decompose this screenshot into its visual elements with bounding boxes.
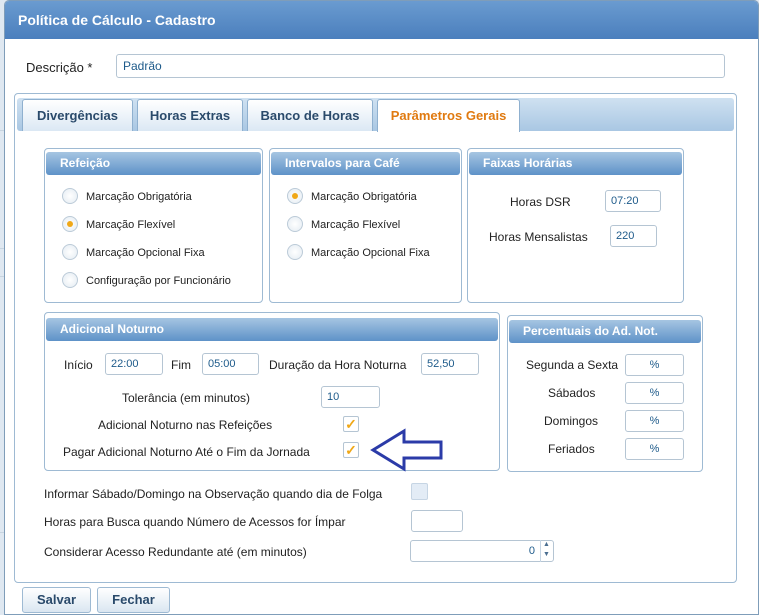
tab-banco-de-horas[interactable]: Banco de Horas — [247, 99, 373, 131]
tolerancia-input[interactable]: 10 — [321, 386, 380, 408]
segunda-sexta-input[interactable]: % — [625, 354, 684, 376]
spinner-down-icon[interactable]: ▼ — [541, 550, 552, 560]
title-bar[interactable]: Política de Cálculo - Cadastro — [5, 1, 758, 39]
domingos-input[interactable]: % — [625, 410, 684, 432]
descricao-input[interactable]: Padrão — [116, 54, 725, 78]
refeicao-header: Refeição — [46, 152, 261, 175]
refeicao-funcionario-radio[interactable] — [62, 272, 78, 288]
refeicao-obrigatoria-radio[interactable] — [62, 188, 78, 204]
fechar-button[interactable]: Fechar — [97, 587, 170, 613]
intervalos-flexivel-radio[interactable] — [287, 216, 303, 232]
inicio-input[interactable]: 22:00 — [105, 353, 163, 375]
intervalos-header: Intervalos para Café — [271, 152, 460, 175]
intervalos-opcional-radio[interactable] — [287, 244, 303, 260]
horas-dsr-label: Horas DSR — [510, 195, 571, 209]
segunda-sexta-label: Segunda a Sexta — [526, 358, 619, 372]
refeicao-opcional-radio[interactable] — [62, 244, 78, 260]
refeicao-funcionario-label: Configuração por Funcionário — [86, 275, 231, 287]
domingos-label: Domingos — [544, 414, 599, 428]
horas-dsr-input[interactable]: 07:20 — [605, 190, 661, 212]
sabados-input[interactable]: % — [625, 382, 684, 404]
feriados-label: Feriados — [548, 442, 595, 456]
informar-label: Informar Sábado/Domingo na Observação qu… — [44, 487, 383, 501]
intervalos-obrigatoria-radio[interactable] — [287, 188, 303, 204]
pointer-arrow-icon — [370, 428, 443, 472]
sabados-label: Sábados — [548, 386, 596, 400]
informar-checkbox[interactable] — [411, 483, 428, 500]
descricao-label: Descrição * — [26, 60, 93, 75]
refeicao-opcional-label: Marcação Opcional Fixa — [86, 247, 205, 259]
fim-label: Fim — [171, 358, 191, 372]
salvar-button[interactable]: Salvar — [22, 587, 91, 613]
refeicao-flexivel-radio[interactable] — [62, 216, 78, 232]
pagar-checkbox[interactable]: ✓ — [343, 442, 359, 458]
percentuais-header: Percentuais do Ad. Not. — [509, 320, 701, 343]
tab-horas-extras[interactable]: Horas Extras — [137, 99, 243, 131]
redundante-input[interactable]: 0 — [410, 540, 554, 562]
refeicao-obrigatoria-label: Marcação Obrigatória — [86, 191, 192, 203]
horas-busca-label: Horas para Busca quando Número de Acesso… — [44, 515, 346, 529]
faixas-header: Faixas Horárias — [469, 152, 682, 175]
tolerancia-label: Tolerância (em minutos) — [122, 391, 251, 405]
spinner-buttons[interactable]: ▲ ▼ — [540, 540, 552, 562]
intervalos-flexivel-label: Marcação Flexível — [311, 219, 401, 231]
horas-mensalistas-label: Horas Mensalistas — [489, 230, 588, 244]
horas-busca-input[interactable] — [411, 510, 463, 532]
intervalos-obrigatoria-label: Marcação Obrigatória — [311, 191, 417, 203]
duracao-label: Duração da Hora Noturna — [269, 358, 407, 372]
spinner-up-icon[interactable]: ▲ — [541, 540, 552, 550]
pagar-label: Pagar Adicional Noturno Até o Fim da Jor… — [63, 445, 310, 459]
inicio-label: Início — [64, 358, 93, 372]
refeicoes-checkbox[interactable]: ✓ — [343, 416, 359, 432]
tab-parametros-gerais[interactable]: Parâmetros Gerais — [377, 99, 520, 132]
refeicao-flexivel-label: Marcação Flexível — [86, 219, 176, 231]
window-title: Política de Cálculo - Cadastro — [18, 12, 216, 28]
intervalos-opcional-label: Marcação Opcional Fixa — [311, 247, 430, 259]
fim-input[interactable]: 05:00 — [202, 353, 259, 375]
redundante-label: Considerar Acesso Redundante até (em min… — [44, 545, 307, 559]
tab-divergencias[interactable]: Divergências — [22, 99, 133, 131]
horas-mensalistas-input[interactable]: 220 — [610, 225, 657, 247]
adicional-noturno-header: Adicional Noturno — [46, 318, 498, 341]
refeicoes-label: Adicional Noturno nas Refeições — [98, 418, 273, 432]
duracao-input[interactable]: 52,50 — [421, 353, 479, 375]
feriados-input[interactable]: % — [625, 438, 684, 460]
